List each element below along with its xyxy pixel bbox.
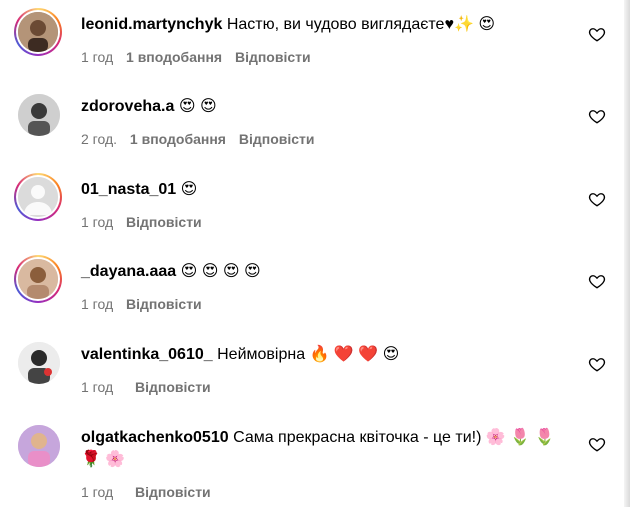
comment-body: zdoroveha.a 😍 😍	[81, 96, 571, 118]
reply-button[interactable]: Відповісти	[135, 484, 211, 500]
comment-meta: 1 год 1 вподобання Відповісти	[81, 49, 320, 65]
heart-icon[interactable]	[588, 190, 606, 208]
username-link[interactable]: leonid.martynchyk	[81, 16, 222, 33]
comment-time[interactable]: 2 год.	[81, 131, 117, 147]
avatar[interactable]	[14, 173, 64, 223]
avatar[interactable]	[14, 421, 64, 471]
comment-time[interactable]: 1 год	[81, 379, 113, 395]
heart-icon[interactable]	[588, 25, 606, 43]
username-link[interactable]: zdoroveha.a	[81, 98, 174, 115]
comment-body: olgatkachenko0510 Сама прекрасна квіточк…	[81, 427, 571, 471]
comment-body: valentinka_0610_ Неймовірна 🔥 ❤️ ❤️ 😍	[81, 344, 571, 366]
heart-icon[interactable]	[588, 355, 606, 373]
comment-meta: 2 год. 1 вподобання Відповісти	[81, 131, 324, 147]
reply-button[interactable]: Відповісти	[239, 131, 315, 147]
comment-body: _dayana.aaa 😍 😍 😍 😍	[81, 261, 571, 283]
heart-icon[interactable]	[588, 107, 606, 125]
reply-button[interactable]: Відповісти	[126, 214, 202, 230]
comment-text: 😍 😍 😍 😍	[180, 263, 261, 280]
heart-icon[interactable]	[588, 435, 606, 453]
avatar[interactable]	[14, 90, 64, 140]
comment-text: Настю, ви чудово виглядаєте♥✨ 😍	[226, 16, 495, 33]
username-link[interactable]: 01_nasta_01	[81, 181, 176, 198]
comment-text: Неймовірна 🔥 ❤️ ❤️ 😍	[217, 346, 400, 363]
heart-icon[interactable]	[588, 272, 606, 290]
comment-time[interactable]: 1 год	[81, 296, 113, 312]
background-edge	[624, 0, 630, 507]
reply-button[interactable]: Відповісти	[135, 379, 211, 395]
likes-count[interactable]: 1 вподобання	[126, 49, 222, 65]
comment-meta: 1 год Відповісти	[81, 214, 211, 230]
avatar[interactable]	[14, 8, 64, 58]
comment-time[interactable]: 1 год	[81, 49, 113, 65]
comment-body: 01_nasta_01 😍	[81, 179, 571, 201]
reply-button[interactable]: Відповісти	[235, 49, 311, 65]
comment-text: 😍 😍	[178, 98, 217, 115]
comment-text: 😍	[180, 181, 198, 198]
reply-button[interactable]: Відповісти	[126, 296, 202, 312]
comment-body: leonid.martynchyk Настю, ви чудово вигля…	[81, 14, 571, 36]
likes-count[interactable]: 1 вподобання	[130, 131, 226, 147]
avatar[interactable]	[14, 338, 64, 388]
username-link[interactable]: olgatkachenko0510	[81, 429, 229, 446]
username-link[interactable]: _dayana.aaa	[81, 263, 176, 280]
comment-meta: 1 год Відповісти	[81, 484, 220, 500]
comment-meta: 1 год Відповісти	[81, 379, 220, 395]
username-link[interactable]: valentinka_0610_	[81, 346, 213, 363]
comment-time[interactable]: 1 год	[81, 484, 113, 500]
comment-meta: 1 год Відповісти	[81, 296, 211, 312]
comment-time[interactable]: 1 год	[81, 214, 113, 230]
avatar[interactable]	[14, 255, 64, 305]
